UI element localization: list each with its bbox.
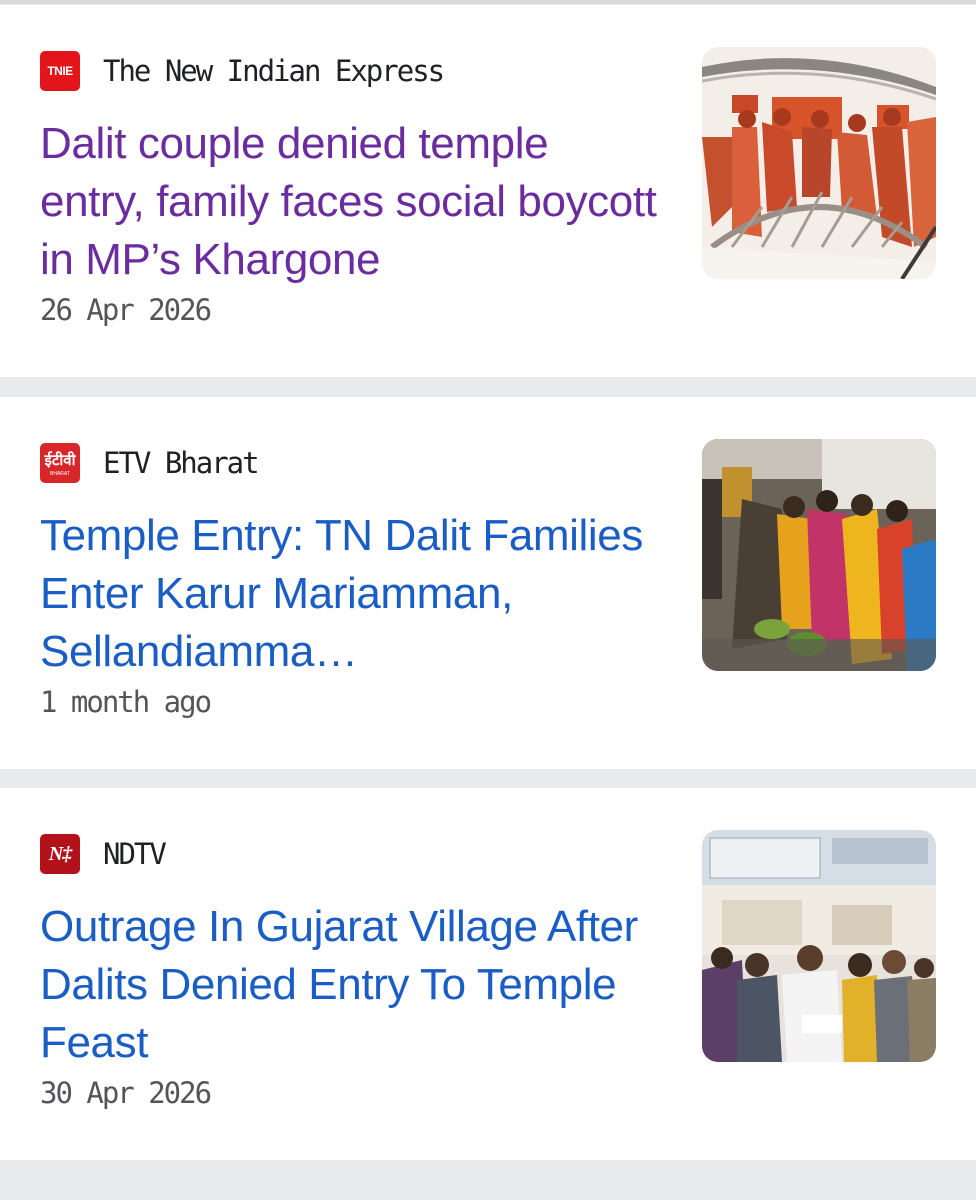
source-name: The New Indian Express bbox=[103, 54, 445, 88]
logo-text: ईटीवी bbox=[44, 451, 76, 469]
news-headline-link[interactable]: Outrage In Gujarat Village After Dalits … bbox=[40, 898, 660, 1072]
publish-date: 1 month ago bbox=[40, 685, 212, 719]
source-name: ETV Bharat bbox=[103, 446, 260, 480]
source-name: NDTV bbox=[103, 837, 167, 871]
ndtv-logo-icon: N‡ bbox=[40, 834, 80, 874]
logo-text: N‡ bbox=[48, 842, 72, 865]
news-card[interactable]: ईटीवी BHARAT ETV Bharat Temple Entry: TN… bbox=[0, 397, 976, 769]
tnie-logo-icon: TNIE bbox=[40, 51, 80, 91]
top-divider bbox=[0, 0, 976, 4]
news-headline-link[interactable]: Dalit couple denied temple entry, family… bbox=[40, 115, 660, 289]
news-feed: TNIE The New Indian Express Dalit couple… bbox=[0, 0, 976, 1200]
news-source: N‡ NDTV bbox=[40, 834, 167, 874]
temple-crowd-thumbnail[interactable] bbox=[702, 439, 936, 671]
news-card[interactable]: TNIE The New Indian Express Dalit couple… bbox=[0, 5, 976, 377]
logo-subtext: BHARAT bbox=[50, 470, 70, 477]
logo-text: TNIE bbox=[47, 64, 73, 78]
publish-date: 30 Apr 2026 bbox=[40, 1076, 212, 1110]
news-source: ईटीवी BHARAT ETV Bharat bbox=[40, 443, 260, 483]
etv-bharat-logo-icon: ईटीवी BHARAT bbox=[40, 443, 80, 483]
news-card[interactable]: N‡ NDTV Outrage In Gujarat Village After… bbox=[0, 788, 976, 1160]
news-headline-link[interactable]: Temple Entry: TN Dalit Families Enter Ka… bbox=[40, 507, 660, 681]
publish-date: 26 Apr 2026 bbox=[40, 293, 212, 327]
group-photo-thumbnail[interactable] bbox=[702, 830, 936, 1062]
protest-illustration-thumbnail[interactable] bbox=[702, 47, 936, 279]
news-source: TNIE The New Indian Express bbox=[40, 51, 445, 91]
